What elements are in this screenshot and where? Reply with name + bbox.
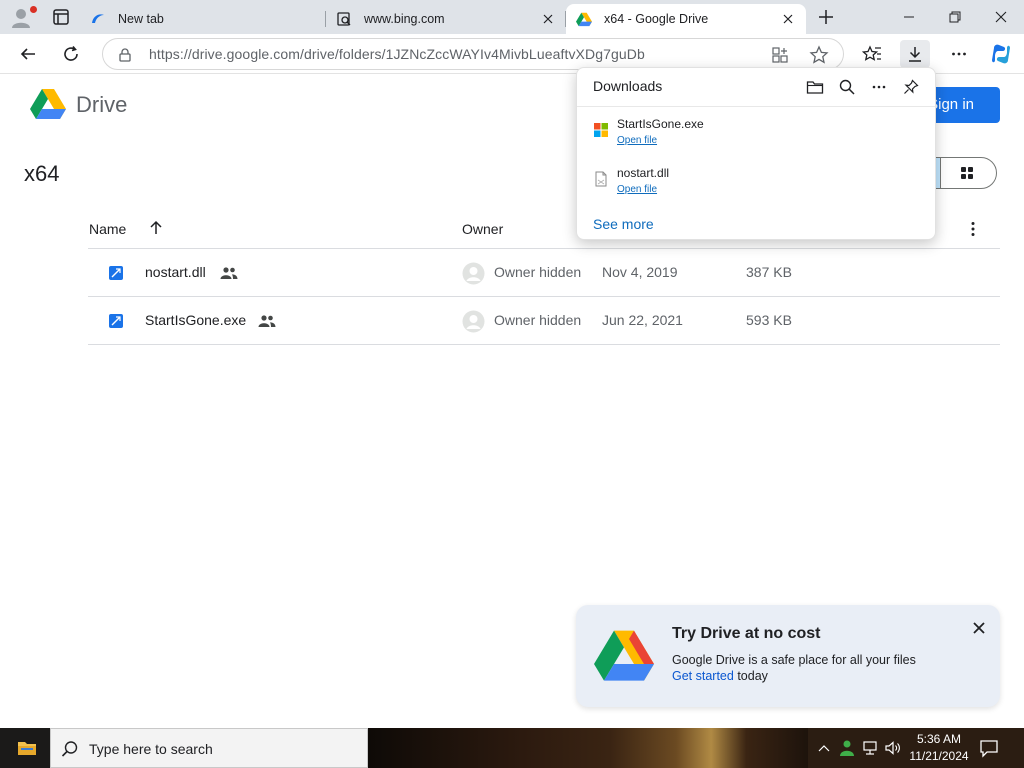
pin-icon[interactable] [901,77,921,97]
divider [577,106,935,107]
file-explorer-taskbar-button[interactable] [0,728,50,768]
tab-title: www.bing.com [364,12,445,26]
back-arrow-icon[interactable] [13,40,43,68]
file-name[interactable]: nostart.dll [145,264,206,280]
close-icon[interactable] [970,619,988,637]
column-header-name[interactable]: Name [89,219,126,245]
file-icon [593,171,609,187]
minimize-icon[interactable] [886,0,932,34]
bing-page-icon [336,11,352,27]
column-header-owner[interactable]: Owner [462,219,503,245]
google-drive-logo-icon [594,627,654,681]
promo-text: Google Drive is a safe place for all you… [672,653,916,667]
profile-avatar-icon[interactable] [8,4,37,30]
windows-exe-icon [593,122,609,138]
folder-icon [17,739,37,757]
taskbar-clock[interactable]: 5:36 AM 11/21/2024 [904,731,974,765]
taskbar-search-box[interactable]: Type here to search [50,728,368,768]
open-file-link[interactable]: Open file [617,184,657,195]
see-more-link[interactable]: See more [593,216,654,232]
file-size: 593 KB [746,312,792,328]
clock-date: 11/21/2024 [909,749,969,763]
file-name[interactable]: StartIsGone.exe [145,312,246,328]
google-drive-logo-icon[interactable] [30,87,66,119]
edge-newtab-icon [90,11,106,27]
search-placeholder: Type here to search [89,741,213,757]
promo-cta-line: Get started today [672,669,768,683]
promo-title: Try Drive at no cost [672,625,821,642]
new-tab-plus-icon[interactable] [814,5,838,29]
download-item[interactable]: nostart.dll Open file [577,163,935,207]
url-text[interactable]: https://drive.google.com/drive/folders/1… [149,39,645,69]
owner-avatar-icon [462,262,485,285]
downloads-button[interactable] [900,40,930,68]
download-file-name: nostart.dll [617,166,670,180]
open-file-link[interactable]: Open file [617,135,657,146]
restore-icon[interactable] [932,0,978,34]
file-size: 387 KB [746,264,792,280]
file-type-icon [108,313,124,329]
table-row[interactable]: StartIsGone.exe Owner hidden Jun 22, 202… [88,297,1000,345]
taskbar-wallpaper-area [368,728,808,768]
tab-title: x64 - Google Drive [604,12,709,26]
tab-title: New tab [118,12,164,26]
sort-arrow-up-icon[interactable] [148,220,164,236]
address-bar[interactable]: https://drive.google.com/drive/folders/1… [102,38,844,70]
tab-google-drive[interactable]: x64 - Google Drive [566,4,806,34]
owner-text: Owner hidden [494,264,582,280]
get-started-link[interactable]: Get started [672,669,734,683]
shared-people-icon [220,266,238,280]
favorite-star-icon[interactable] [809,45,829,65]
lock-icon[interactable] [117,47,133,63]
open-folder-icon[interactable] [805,77,825,97]
shared-people-icon [258,314,276,328]
folder-title: x64 [24,161,60,186]
clock-time: 5:36 AM [916,732,962,746]
chevron-up-icon[interactable] [816,728,832,768]
tab-actions-icon[interactable] [48,5,74,29]
promo-card: Try Drive at no cost Google Drive is a s… [576,605,1000,707]
refresh-icon[interactable] [56,40,86,68]
download-icon [906,45,924,63]
file-type-icon [108,265,124,281]
settings-more-icon[interactable] [944,40,974,68]
owner-text: Owner hidden [494,312,582,328]
close-window-icon[interactable] [978,0,1024,34]
owner-avatar-icon [462,310,485,333]
copilot-icon[interactable] [986,40,1016,68]
downloads-flyout: Downloads StartIsGone.exe Open file nost… [576,67,936,240]
close-tab-icon[interactable] [780,11,796,27]
search-icon[interactable] [837,77,857,97]
more-options-icon[interactable] [964,220,982,238]
drive-brand-text[interactable]: Drive [76,92,127,118]
modified-date: Jun 22, 2021 [602,312,683,328]
promo-cta-rest: today [733,669,768,683]
tab-new-tab[interactable]: New tab [80,4,326,34]
download-item[interactable]: StartIsGone.exe Open file [577,114,935,158]
divider [88,344,1000,345]
modified-date: Nov 4, 2019 [602,264,678,280]
more-options-icon[interactable] [869,77,889,97]
download-file-name: StartIsGone.exe [617,117,704,131]
favorites-icon[interactable] [857,40,887,68]
notification-icon[interactable] [978,737,1002,759]
volume-icon[interactable] [882,728,904,768]
search-icon [61,740,79,758]
windows-taskbar: Type here to search 5:36 AM 11/21/2024 [0,728,1024,768]
table-row[interactable]: nostart.dll Owner hidden Nov 4, 2019 387… [88,249,1000,297]
app-available-icon[interactable] [771,46,789,64]
network-icon[interactable] [860,728,882,768]
browser-tab-strip: New tab www.bing.com x64 - Google Drive [0,0,1024,34]
user-status-icon[interactable] [836,728,858,768]
downloads-title: Downloads [593,78,663,94]
grid-view-icon[interactable] [959,165,975,181]
tab-bing[interactable]: www.bing.com [326,4,566,34]
google-drive-icon [576,11,592,27]
close-tab-icon[interactable] [540,11,556,27]
